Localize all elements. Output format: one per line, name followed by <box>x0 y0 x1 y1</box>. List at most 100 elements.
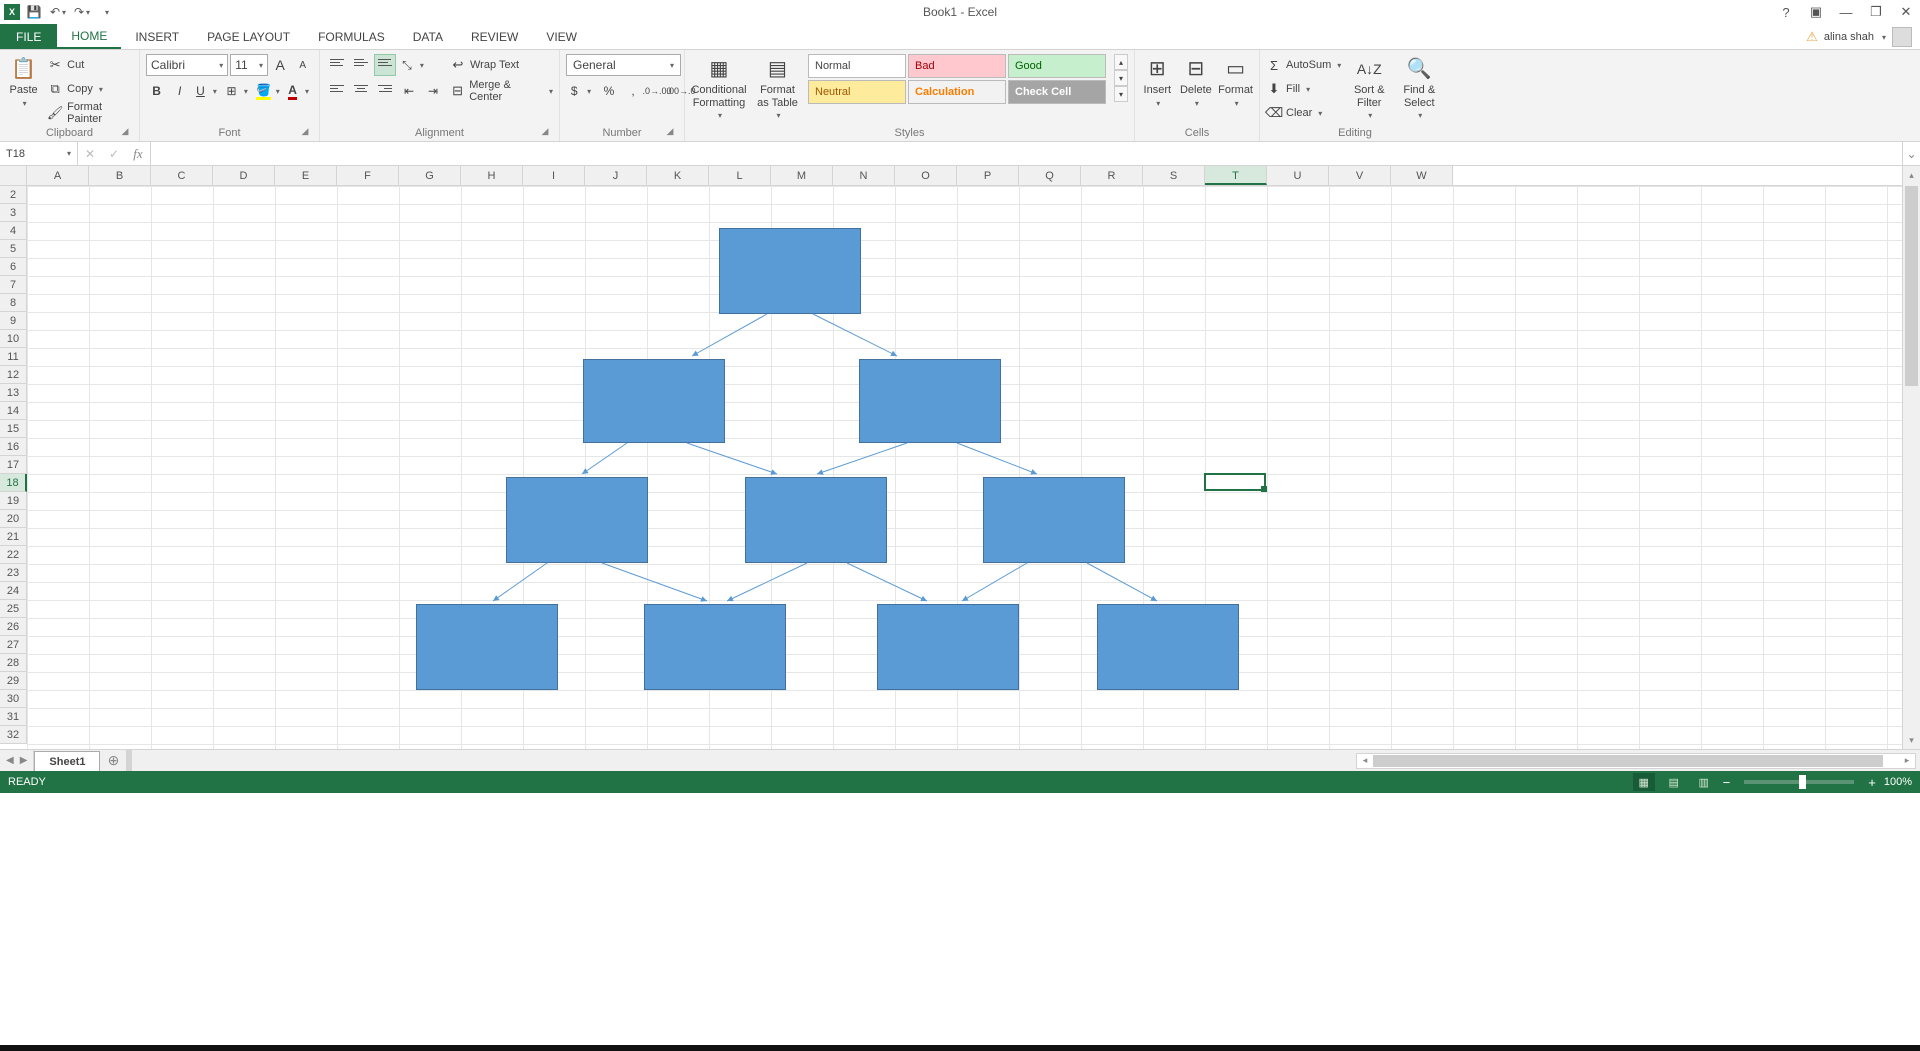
row-header-10[interactable]: 10 <box>0 330 27 348</box>
gallery-up[interactable]: ▴ <box>1114 54 1128 70</box>
scroll-left-button[interactable]: ◂ <box>1357 754 1373 768</box>
comma-format-button[interactable]: , <box>622 80 644 102</box>
number-dialog-launcher[interactable]: ◢ <box>664 125 676 137</box>
sheet-nav-prev[interactable]: ◀ <box>6 755 14 766</box>
selected-cell[interactable] <box>1204 473 1266 491</box>
view-page-break-button[interactable]: ▥ <box>1693 773 1715 791</box>
view-normal-button[interactable]: ▦ <box>1633 773 1655 791</box>
zoom-level[interactable]: 100% <box>1884 776 1912 788</box>
row-header-17[interactable]: 17 <box>0 456 27 474</box>
gallery-more[interactable]: ▾ <box>1114 86 1128 102</box>
shape-box-4d[interactable] <box>1097 604 1239 690</box>
shape-box-3c[interactable] <box>983 477 1125 563</box>
row-header-8[interactable]: 8 <box>0 294 27 312</box>
shape-box-4a[interactable] <box>416 604 558 690</box>
shape-box-4c[interactable] <box>877 604 1019 690</box>
qat-customize[interactable]: ▾ <box>96 2 116 22</box>
gallery-down[interactable]: ▾ <box>1114 70 1128 86</box>
accounting-format-button[interactable]: $▾ <box>566 80 596 102</box>
orientation-button[interactable]: ⤡▾ <box>398 54 428 76</box>
row-header-14[interactable]: 14 <box>0 402 27 420</box>
tab-formulas[interactable]: FORMULAS <box>304 24 399 49</box>
style-neutral[interactable]: Neutral <box>808 80 906 104</box>
font-dialog-launcher[interactable]: ◢ <box>299 125 311 137</box>
row-header-11[interactable]: 11 <box>0 348 27 366</box>
row-header-7[interactable]: 7 <box>0 276 27 294</box>
bold-button[interactable]: B <box>146 80 167 102</box>
style-calculation[interactable]: Calculation <box>908 80 1006 104</box>
row-header-22[interactable]: 22 <box>0 546 27 564</box>
column-header-U[interactable]: U <box>1267 166 1329 185</box>
insert-cells-button[interactable]: ⊞Insert▾ <box>1141 54 1174 108</box>
column-header-H[interactable]: H <box>461 166 523 185</box>
close-button[interactable]: ✕ <box>1896 2 1916 22</box>
row-header-31[interactable]: 31 <box>0 708 27 726</box>
row-header-24[interactable]: 24 <box>0 582 27 600</box>
scroll-down-button[interactable]: ▾ <box>1903 731 1920 749</box>
ribbon-display-options[interactable]: ▣ <box>1806 2 1826 22</box>
fill-button[interactable]: ⬇Fill▾ <box>1266 78 1341 100</box>
align-middle-button[interactable] <box>350 54 372 76</box>
column-header-Q[interactable]: Q <box>1019 166 1081 185</box>
row-header-30[interactable]: 30 <box>0 690 27 708</box>
sort-filter-button[interactable]: A↓ZSort & Filter▾ <box>1347 54 1391 120</box>
redo-button[interactable]: ↷▾ <box>72 2 92 22</box>
column-header-C[interactable]: C <box>151 166 213 185</box>
font-size-select[interactable]: 11▾ <box>230 54 268 76</box>
format-cells-button[interactable]: ▭Format▾ <box>1218 54 1253 108</box>
cut-button[interactable]: ✂Cut <box>47 54 133 76</box>
decrease-indent-button[interactable]: ⇤ <box>398 80 420 102</box>
row-header-29[interactable]: 29 <box>0 672 27 690</box>
tab-page-layout[interactable]: PAGE LAYOUT <box>193 24 304 49</box>
style-bad[interactable]: Bad <box>908 54 1006 78</box>
row-header-28[interactable]: 28 <box>0 654 27 672</box>
row-header-15[interactable]: 15 <box>0 420 27 438</box>
fill-handle[interactable] <box>1261 486 1267 492</box>
column-header-J[interactable]: J <box>585 166 647 185</box>
style-normal[interactable]: Normal <box>808 54 906 78</box>
minimize-button[interactable]: — <box>1836 2 1856 22</box>
column-header-F[interactable]: F <box>337 166 399 185</box>
copy-button[interactable]: ⧉Copy▾ <box>47 78 133 100</box>
font-name-select[interactable]: Calibri▾ <box>146 54 228 76</box>
column-header-T[interactable]: T <box>1205 166 1267 185</box>
style-good[interactable]: Good <box>1008 54 1106 78</box>
align-bottom-button[interactable] <box>374 54 396 76</box>
align-center-button[interactable] <box>350 80 372 102</box>
font-color-button[interactable]: A▾ <box>284 80 313 102</box>
wrap-text-button[interactable]: ↩Wrap Text <box>450 54 553 76</box>
find-select-button[interactable]: 🔍Find & Select▾ <box>1397 54 1441 120</box>
scroll-right-button[interactable]: ▸ <box>1899 754 1915 768</box>
cells-area[interactable] <box>27 186 1902 749</box>
zoom-in-button[interactable]: + <box>1868 775 1876 790</box>
zoom-slider-thumb[interactable] <box>1799 775 1806 789</box>
tab-insert[interactable]: INSERT <box>121 24 193 49</box>
style-check-cell[interactable]: Check Cell <box>1008 80 1106 104</box>
row-header-32[interactable]: 32 <box>0 726 27 744</box>
vertical-scrollbar[interactable]: ▴ ▾ <box>1902 166 1920 749</box>
column-header-O[interactable]: O <box>895 166 957 185</box>
insert-function-button[interactable]: fx <box>126 142 150 165</box>
horizontal-scrollbar[interactable]: ◂ ▸ <box>1356 753 1916 769</box>
expand-formula-bar[interactable]: ⌄ <box>1902 142 1920 165</box>
row-header-6[interactable]: 6 <box>0 258 27 276</box>
align-left-button[interactable] <box>326 80 348 102</box>
column-header-N[interactable]: N <box>833 166 895 185</box>
row-header-21[interactable]: 21 <box>0 528 27 546</box>
row-header-27[interactable]: 27 <box>0 636 27 654</box>
row-header-23[interactable]: 23 <box>0 564 27 582</box>
shape-box-3b[interactable] <box>745 477 887 563</box>
increase-indent-button[interactable]: ⇥ <box>422 80 444 102</box>
format-as-table-button[interactable]: ▤ Format as Table▾ <box>753 54 802 120</box>
conditional-formatting-button[interactable]: ▦ Conditional Formatting▾ <box>691 54 747 120</box>
sheet-tab-sheet1[interactable]: Sheet1 <box>34 751 100 771</box>
tab-split-grip[interactable] <box>126 750 132 771</box>
zoom-slider[interactable] <box>1744 780 1854 784</box>
user-area[interactable]: ⚠ alina shah ▾ <box>1806 24 1912 50</box>
column-header-B[interactable]: B <box>89 166 151 185</box>
merge-center-button[interactable]: ⊟Merge & Center▾ <box>450 80 553 102</box>
percent-format-button[interactable]: % <box>598 80 620 102</box>
column-header-D[interactable]: D <box>213 166 275 185</box>
formula-input[interactable] <box>151 142 1902 165</box>
column-header-K[interactable]: K <box>647 166 709 185</box>
